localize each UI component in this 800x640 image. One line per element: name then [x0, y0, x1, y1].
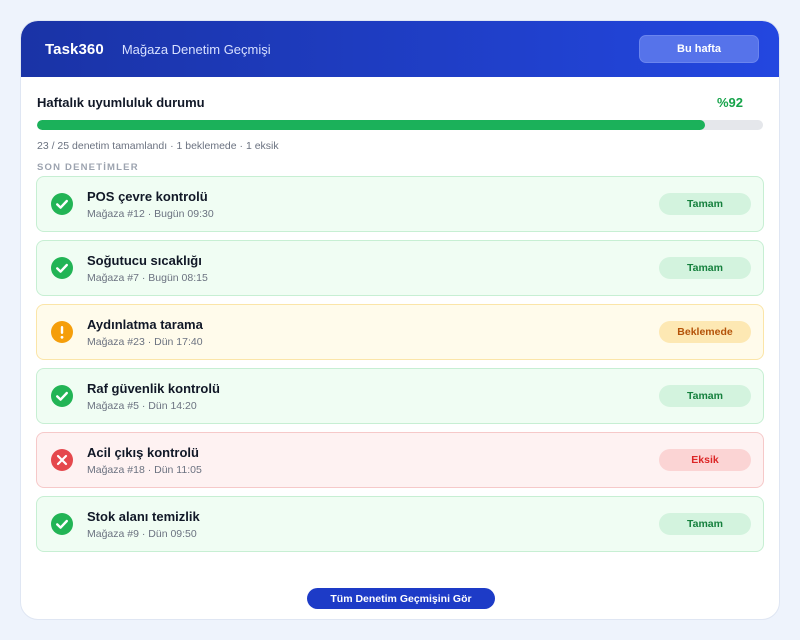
audit-item[interactable]: Soğutucu sıcaklığı Mağaza #7 · Bugün 08:1… — [36, 240, 764, 296]
audit-item-text: Raf güvenlik kontrolü Mağaza #5 · Dün 14:… — [87, 381, 659, 412]
audit-title: Acil çıkış kontrolü — [87, 444, 199, 460]
audit-item-text: Soğutucu sıcaklığı Mağaza #7 · Bugün 08:1… — [87, 253, 659, 284]
check-circle-icon — [51, 257, 73, 279]
status-badge: Tamam — [659, 513, 751, 535]
audit-title: Aydınlatma tarama — [87, 316, 203, 332]
audit-title: Stok alanı temizlik — [87, 508, 200, 524]
audit-meta: Mağaza #18 · Dün 11:05 — [87, 463, 202, 476]
audit-card: Task360 Mağaza Denetim Geçmişi Bu hafta … — [20, 20, 780, 620]
audit-item[interactable]: Stok alanı temizlik Mağaza #9 · Dün 09:50… — [36, 496, 764, 552]
audit-title: Soğutucu sıcaklığı — [87, 252, 202, 268]
audit-item[interactable]: Aydınlatma tarama Mağaza #23 · Dün 17:40 B… — [36, 304, 764, 360]
warning-circle-icon — [51, 321, 73, 343]
status-badge: Tamam — [659, 193, 751, 215]
summary-stats: 23 / 25 denetim tamamlandı · 1 beklemede… — [37, 140, 279, 152]
x-circle-icon — [51, 449, 73, 471]
audit-meta: Mağaza #23 · Dün 17:40 — [87, 335, 203, 348]
view-all-history-button[interactable]: Tüm Denetim Geçmişini Gör — [307, 588, 495, 609]
compliance-percent: %92 — [716, 95, 743, 110]
status-badge: Tamam — [659, 257, 751, 279]
week-filter-button[interactable]: Bu hafta — [639, 35, 759, 63]
audit-item[interactable]: Acil çıkış kontrolü Mağaza #18 · Dün 11:0… — [36, 432, 764, 488]
audit-list: POS çevre kontrolü Mağaza #12 · Bugün 09:… — [21, 176, 779, 552]
audit-title: POS çevre kontrolü — [87, 188, 208, 204]
audit-item-text: POS çevre kontrolü Mağaza #12 · Bugün 09:… — [87, 189, 659, 220]
audit-meta: Mağaza #5 · Dün 14:20 — [87, 399, 197, 412]
page-subtitle: Mağaza Denetim Geçmişi — [121, 41, 271, 57]
status-badge: Eksik — [659, 449, 751, 471]
check-circle-icon — [51, 193, 73, 215]
check-circle-icon — [51, 513, 73, 535]
audit-title: Raf güvenlik kontrolü — [87, 380, 220, 396]
progress-fill — [37, 120, 705, 130]
summary-title: Haftalık uyumluluk durumu — [37, 95, 205, 110]
audit-meta: Mağaza #7 · Bugün 08:15 — [87, 271, 208, 284]
audit-item[interactable]: Raf güvenlik kontrolü Mağaza #5 · Dün 14:… — [36, 368, 764, 424]
status-badge: Tamam — [659, 385, 751, 407]
compliance-progress-bar — [37, 120, 763, 130]
audit-item-text: Stok alanı temizlik Mağaza #9 · Dün 09:50 — [87, 509, 659, 540]
audit-item-text: Acil çıkış kontrolü Mağaza #18 · Dün 11:0… — [87, 445, 659, 476]
audit-item-text: Aydınlatma tarama Mağaza #23 · Dün 17:40 — [87, 317, 659, 348]
header: Task360 Mağaza Denetim Geçmişi Bu hafta — [21, 21, 779, 77]
audit-meta: Mağaza #12 · Bugün 09:30 — [87, 207, 214, 220]
audit-meta: Mağaza #9 · Dün 09:50 — [87, 527, 197, 540]
check-circle-icon — [51, 385, 73, 407]
compliance-summary: Haftalık uyumluluk durumu %92 23 / 25 de… — [21, 77, 779, 152]
status-badge: Beklemede — [659, 321, 751, 343]
section-label: SON DENETİMLER — [37, 162, 139, 173]
brand-logo: Task360 — [45, 40, 104, 58]
audit-item[interactable]: POS çevre kontrolü Mağaza #12 · Bugün 09:… — [36, 176, 764, 232]
